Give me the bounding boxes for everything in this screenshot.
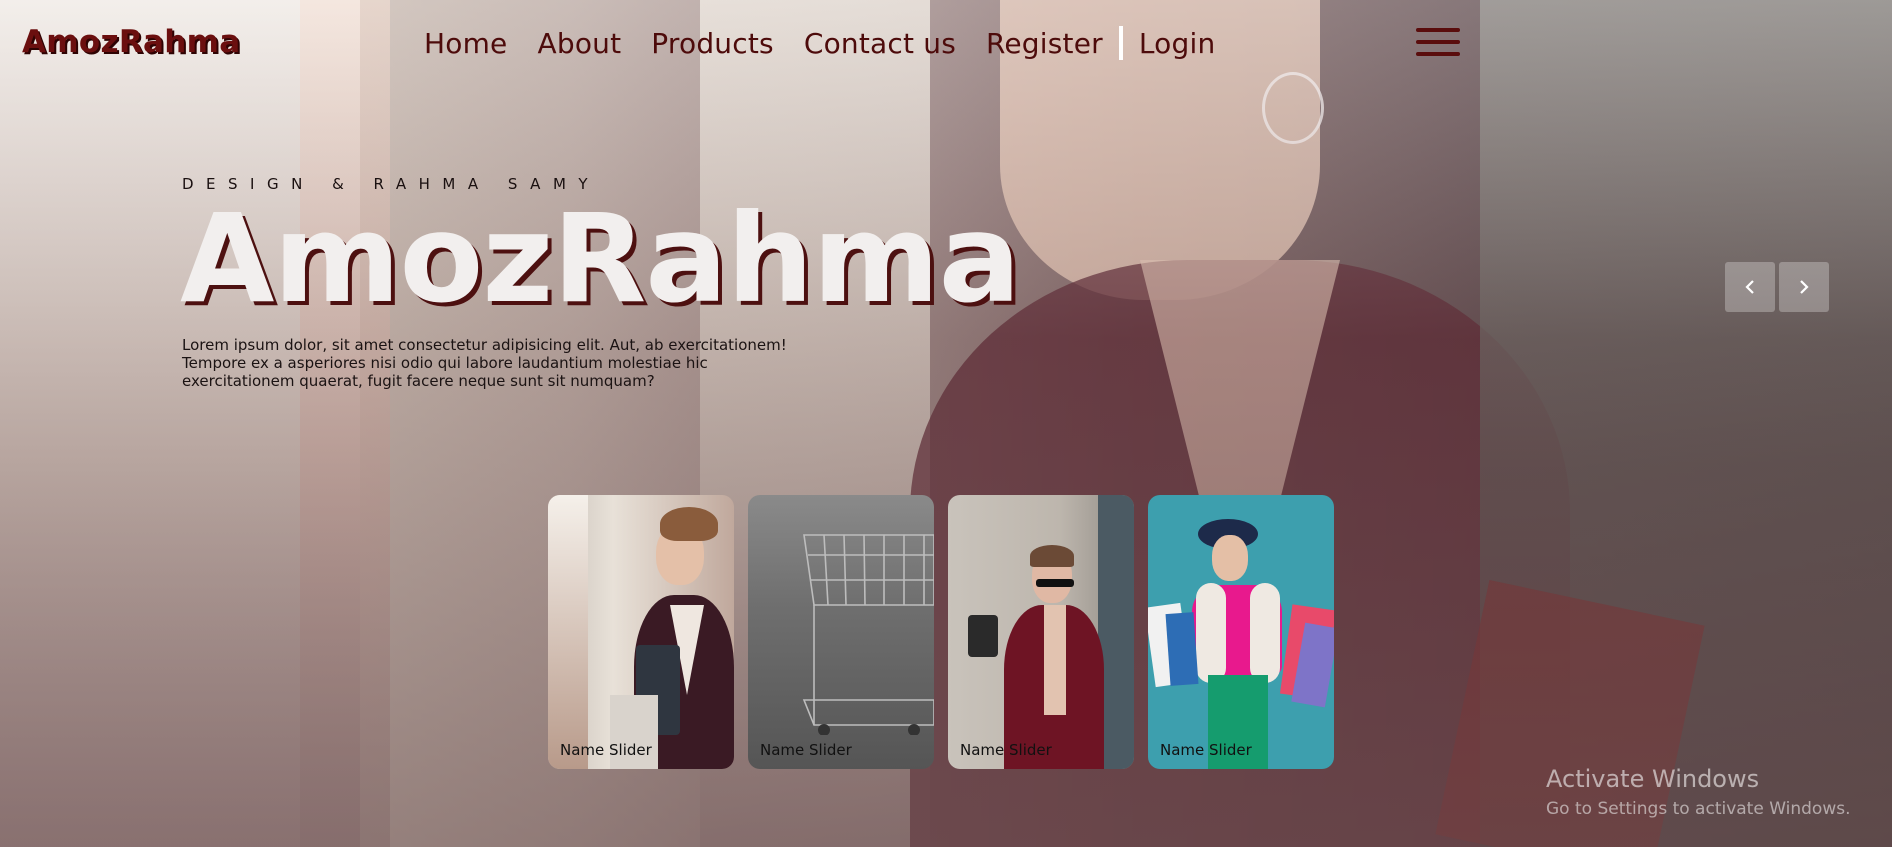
nav-about[interactable]: About <box>538 27 622 60</box>
slider-thumbnails: Name Slider Name Slider Name Slider Name… <box>548 495 1334 769</box>
nav-register[interactable]: Register <box>986 27 1103 60</box>
slider-thumb-caption: Name Slider <box>960 741 1052 759</box>
slider-next-button[interactable] <box>1779 262 1829 312</box>
nav-home[interactable]: Home <box>424 27 508 60</box>
hamburger-icon[interactable] <box>1416 28 1460 62</box>
brand-logo[interactable]: AmozRahma <box>22 24 240 60</box>
hero-text-line-1: Lorem ipsum dolor, sit amet consectetur … <box>182 336 787 354</box>
chevron-left-icon <box>1745 280 1754 294</box>
shopping-cart-icon <box>802 534 934 735</box>
main-nav: Home About Products Contact us Register … <box>424 26 1215 60</box>
slider-thumb-1[interactable]: Name Slider <box>548 495 734 769</box>
hero-description: Lorem ipsum dolor, sit amet consectetur … <box>182 336 802 390</box>
slider-thumb-4[interactable]: Name Slider <box>1148 495 1334 769</box>
slider-thumb-3[interactable]: Name Slider <box>948 495 1134 769</box>
slider-thumb-caption: Name Slider <box>760 741 852 759</box>
windows-activation-title: Activate Windows <box>1546 765 1760 793</box>
slider-thumb-caption: Name Slider <box>1160 741 1252 759</box>
slider-prev-button[interactable] <box>1725 262 1775 312</box>
chevron-right-icon <box>1800 280 1809 294</box>
nav-contact[interactable]: Contact us <box>804 27 956 60</box>
windows-activation-subtitle: Go to Settings to activate Windows. <box>1546 799 1851 819</box>
nav-products[interactable]: Products <box>651 27 774 60</box>
hero-title: AmozRahma <box>180 188 1021 330</box>
hero-text-line-3: exercitationem quaerat, fugit facere neq… <box>182 372 655 390</box>
slider-thumb-caption: Name Slider <box>560 741 652 759</box>
hero-text-line-2: Tempore ex a asperiores nisi odio qui la… <box>182 354 708 372</box>
slider-arrows <box>1725 262 1829 312</box>
slider-thumb-2[interactable]: Name Slider <box>748 495 934 769</box>
nav-login[interactable]: Login <box>1139 27 1216 60</box>
nav-divider <box>1118 26 1123 60</box>
